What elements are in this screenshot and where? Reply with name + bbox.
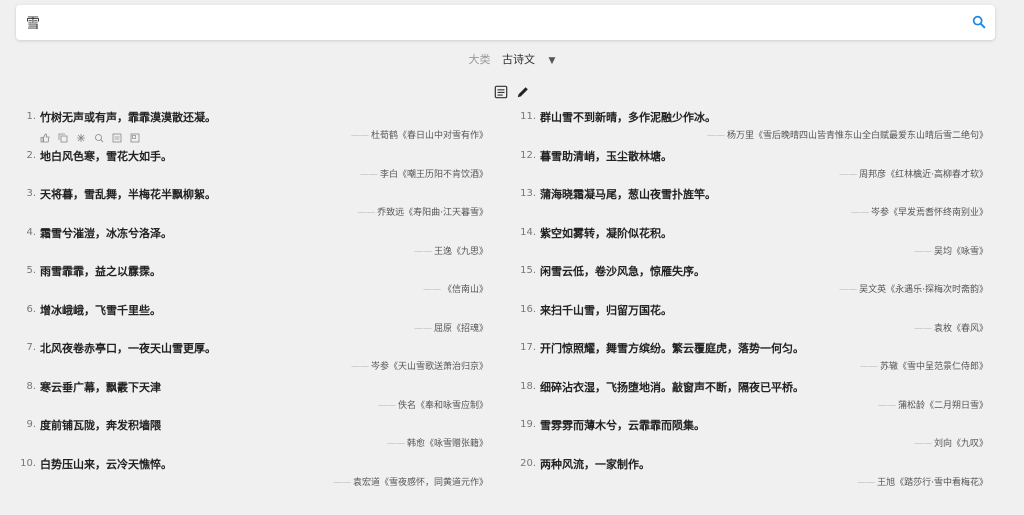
category-value[interactable]: 古诗文 <box>502 53 535 66</box>
item-number: 16. <box>520 303 536 315</box>
list-item[interactable]: 19. 雪雰雰而薄木兮，云霏霏而陨集。 —— 刘向《九叹》 <box>518 416 988 455</box>
item-number: 18. <box>520 380 536 392</box>
poem-source[interactable]: —— 吴文英《永遇乐·探梅次时斋韵》 <box>839 282 988 295</box>
verse-text[interactable]: 增冰峨峨，飞雪千里些。 <box>40 302 161 318</box>
list-item[interactable]: 15. 闲雪云低，卷沙风急，惊雁失序。 —— 吴文英《永遇乐·探梅次时斋韵》 <box>518 262 988 301</box>
category-label: 大类 <box>468 53 491 66</box>
poem-source[interactable]: —— 蒲松龄《二月朔日雪》 <box>878 398 988 411</box>
search-input[interactable] <box>26 5 956 40</box>
item-actions <box>40 127 143 146</box>
verse-text[interactable]: 雨雪霏霏，益之以霡霂。 <box>40 263 161 279</box>
poem-source[interactable]: —— 王旭《踏莎行·雪中看梅花》 <box>857 475 988 488</box>
poem-source[interactable]: —— 屈原《招魂》 <box>414 321 488 334</box>
verse-text[interactable]: 开门惊照耀，舞雪方缤纷。繁云覆庭虎，落势一何匀。 <box>540 340 804 356</box>
verse-text[interactable]: 寒云垂广幕，飘霰下天津 <box>40 379 161 395</box>
document-view-icon[interactable] <box>494 85 508 99</box>
list-item[interactable]: 20. 两种风流，一家制作。 —— 王旭《踏莎行·雪中看梅花》 <box>518 455 988 494</box>
verse-text[interactable]: 暮雪助清峭，玉尘散林塘。 <box>540 148 672 164</box>
item-number: 14. <box>520 226 536 238</box>
verse-text[interactable]: 天将暮，雪乱舞，半梅花半飘柳絮。 <box>40 186 216 202</box>
verse-text[interactable]: 细碎沾衣湿，飞扬堕地消。敲窗声不断，隔夜已平桥。 <box>540 379 804 395</box>
poem-source[interactable]: —— 吴均《咏雪》 <box>914 244 988 257</box>
list-item[interactable]: 13. 蒲海晓霜凝马尾，葱山夜雪扑旌竿。 —— 岑参《早发焉耆怀终南别业》 <box>518 185 988 224</box>
list-item[interactable]: 17. 开门惊照耀，舞雪方缤纷。繁云覆庭虎，落势一何匀。 —— 苏辙《雪中呈范景仁… <box>518 339 988 378</box>
verse-text[interactable]: 雪雰雰而薄木兮，云霏霏而陨集。 <box>540 417 705 433</box>
share-icon[interactable] <box>76 133 86 143</box>
poem-source[interactable]: —— 杨万里《雪后晚晴四山皆青惟东山全白赋最爱东山晴后雪二绝句》 <box>707 128 988 141</box>
item-number: 17. <box>520 342 536 353</box>
results-column-right: 11. 群山雪不到新晴，多作泥融少作冰。 —— 杨万里《雪后晚晴四山皆青惟东山全白… <box>518 108 988 493</box>
poem-source[interactable]: —— 《信南山》 <box>423 282 488 295</box>
verse-text[interactable]: 竹树无声或有声，霏霏漠漠散还凝。 <box>40 109 216 125</box>
item-number: 9. <box>26 419 36 430</box>
poem-source[interactable]: —— 乔致远《寿阳曲·江天暮雪》 <box>357 205 488 218</box>
poem-source[interactable]: —— 袁宏道《雪夜感怀，同黄道元作》 <box>333 475 488 488</box>
verse-text[interactable]: 紫空如雾转，凝阶似花积。 <box>540 225 672 241</box>
poem-source[interactable]: —— 岑参《早发焉耆怀终南别业》 <box>851 205 988 218</box>
poem-source[interactable]: —— 佚名《奉和咏雪应制》 <box>378 398 488 411</box>
item-number: 20. <box>520 457 536 469</box>
verse-text[interactable]: 来扫千山雪，归留万国花。 <box>540 302 672 318</box>
item-number: 2. <box>26 149 36 161</box>
verse-text[interactable]: 北风夜卷赤亭口，一夜天山雪更厚。 <box>40 340 216 356</box>
verse-text[interactable]: 度前铺瓦陇，奔发积墙隈 <box>40 417 161 433</box>
list-item[interactable]: 14. 紫空如雾转，凝阶似花积。 —— 吴均《咏雪》 <box>518 224 988 263</box>
list-item[interactable]: 11. 群山雪不到新晴，多作泥融少作冰。 —— 杨万里《雪后晚晴四山皆青惟东山全白… <box>518 108 988 147</box>
item-number: 11. <box>520 111 536 122</box>
item-number: 6. <box>26 303 36 315</box>
list-item[interactable]: 1. 竹树无声或有声，霏霏漠漠散还凝。 —— 杜荀鹤《春日山中对雪有作》 <box>18 108 488 147</box>
poem-source[interactable]: —— 岑参《天山雪歌送萧治归京》 <box>351 359 488 372</box>
bookmark-icon[interactable] <box>130 133 140 143</box>
caret-down-icon[interactable]: ▼ <box>549 56 556 66</box>
verse-text[interactable]: 群山雪不到新晴，多作泥融少作冰。 <box>540 109 716 125</box>
item-number: 5. <box>26 265 36 276</box>
search-bar <box>16 5 995 40</box>
pencil-icon[interactable] <box>516 85 530 99</box>
verse-text[interactable]: 蒲海晓霜凝马尾，葱山夜雪扑旌竿。 <box>540 186 716 202</box>
item-number: 1. <box>26 111 36 122</box>
verse-text[interactable]: 白势压山来，云冷天憔悴。 <box>40 456 172 472</box>
list-item[interactable]: 5. 雨雪霏霏，益之以霡霂。 —— 《信南山》 <box>18 262 488 301</box>
list-item[interactable]: 2. 地白风色寒，雪花大如手。 —— 李白《嘲王历阳不肯饮酒》 <box>18 147 488 186</box>
item-number: 12. <box>520 149 536 161</box>
poem-source[interactable]: —— 袁枚《春风》 <box>914 321 988 334</box>
list-item[interactable]: 7. 北风夜卷赤亭口，一夜天山雪更厚。 —— 岑参《天山雪歌送萧治归京》 <box>18 339 488 378</box>
poem-source[interactable]: —— 李白《嘲王历阳不肯饮酒》 <box>360 167 488 180</box>
list-item[interactable]: 8. 寒云垂广幕，飘霰下天津 —— 佚名《奉和咏雪应制》 <box>18 378 488 417</box>
verse-text[interactable]: 闲雪云低，卷沙风急，惊雁失序。 <box>540 263 705 279</box>
list-item[interactable]: 12. 暮雪助清峭，玉尘散林塘。 —— 周邦彦《红林檎近·高柳春才软》 <box>518 147 988 186</box>
copy-icon[interactable] <box>58 133 68 143</box>
poem-source[interactable]: —— 周邦彦《红林檎近·高柳春才软》 <box>839 167 988 180</box>
poem-source[interactable]: —— 王逸《九思》 <box>414 244 488 257</box>
note-icon[interactable] <box>112 133 122 143</box>
search-icon[interactable] <box>971 14 987 30</box>
category-filter[interactable]: 大类 古诗文 ▼ <box>0 51 1024 67</box>
poem-source[interactable]: —— 苏辙《雪中呈范景仁侍郎》 <box>860 359 988 372</box>
list-item[interactable]: 9. 度前铺瓦陇，奔发积墙隈 —— 韩愈《咏雪赠张籍》 <box>18 416 488 455</box>
list-item[interactable]: 10. 白势压山来，云冷天憔悴。 —— 袁宏道《雪夜感怀，同黄道元作》 <box>18 455 488 494</box>
item-number: 19. <box>520 419 536 430</box>
item-number: 3. <box>26 188 36 199</box>
item-number: 7. <box>26 342 36 353</box>
thumb-up-icon[interactable] <box>40 133 50 143</box>
poem-source[interactable]: —— 刘向《九叹》 <box>914 436 988 449</box>
item-number: 13. <box>520 188 536 199</box>
list-item[interactable]: 4. 霜雪兮漼溰，冰冻兮洛泽。 —— 王逸《九思》 <box>18 224 488 263</box>
list-item[interactable]: 3. 天将暮，雪乱舞，半梅花半飘柳絮。 —— 乔致远《寿阳曲·江天暮雪》 <box>18 185 488 224</box>
item-number: 10. <box>20 457 36 469</box>
list-item[interactable]: 16. 来扫千山雪，归留万国花。 —— 袁枚《春风》 <box>518 301 988 340</box>
poem-source[interactable]: —— 杜荀鹤《春日山中对雪有作》 <box>351 128 488 141</box>
item-number: 4. <box>26 226 36 238</box>
verse-text[interactable]: 两种风流，一家制作。 <box>540 456 650 472</box>
item-number: 15. <box>520 265 536 276</box>
list-item[interactable]: 18. 细碎沾衣湿，飞扬堕地消。敲窗声不断，隔夜已平桥。 —— 蒲松龄《二月朔日雪… <box>518 378 988 417</box>
zoom-icon[interactable] <box>94 133 104 143</box>
toolbar <box>0 81 1024 100</box>
poem-source[interactable]: —— 韩愈《咏雪赠张籍》 <box>387 436 488 449</box>
results-column-left: 1. 竹树无声或有声，霏霏漠漠散还凝。 —— 杜荀鹤《春日山中对雪有作》 2. 地… <box>18 108 488 493</box>
item-number: 8. <box>26 380 36 392</box>
verse-text[interactable]: 地白风色寒，雪花大如手。 <box>40 148 172 164</box>
list-item[interactable]: 6. 增冰峨峨，飞雪千里些。 —— 屈原《招魂》 <box>18 301 488 340</box>
verse-text[interactable]: 霜雪兮漼溰，冰冻兮洛泽。 <box>40 225 172 241</box>
